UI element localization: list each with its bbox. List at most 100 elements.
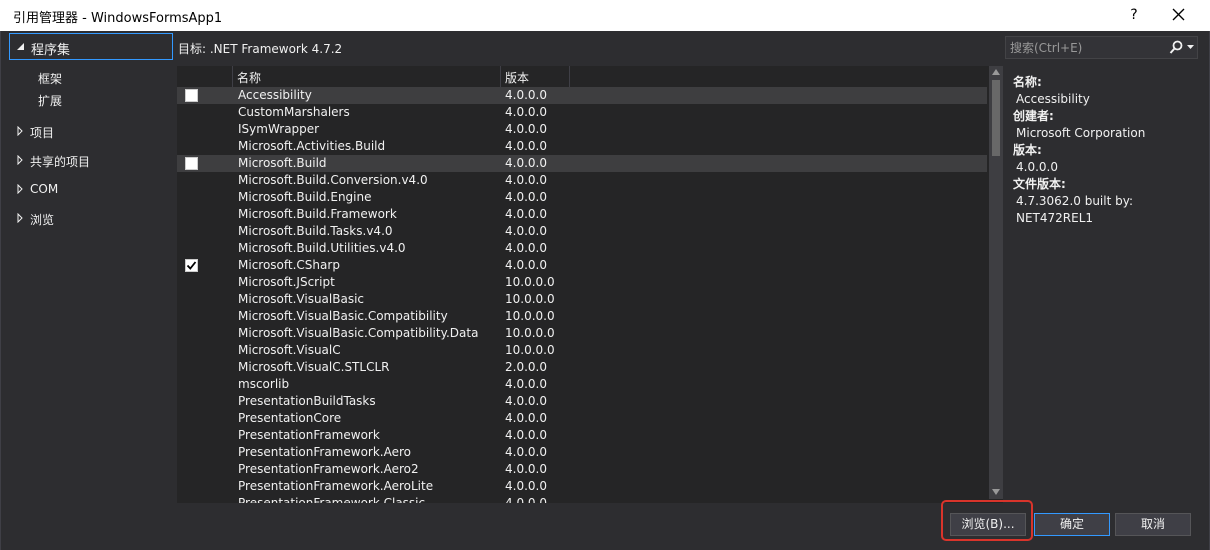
assembly-name: CustomMarshalers — [238, 105, 350, 119]
assembly-version: 10.0.0.0 — [505, 309, 555, 323]
assembly-version: 4.0.0.0 — [505, 105, 547, 119]
table-row[interactable]: PresentationFramework.Classic 4.0.0.0 — [177, 495, 987, 503]
reference-checkbox[interactable] — [185, 157, 198, 170]
nav-item-assemblies[interactable]: 程序集 — [9, 33, 173, 60]
expanded-triangle-icon — [17, 43, 24, 50]
assembly-name: PresentationFramework.AeroLite — [238, 479, 434, 493]
table-row[interactable]: Microsoft.VisualC 10.0.0.0 — [177, 342, 987, 359]
assembly-version: 4.0.0.0 — [505, 479, 547, 493]
nav-item-browse[interactable]: 浏览 — [7, 208, 167, 230]
assembly-name: Microsoft.Build.Utilities.v4.0 — [238, 241, 406, 255]
assembly-name: Microsoft.Build.Engine — [238, 190, 372, 204]
table-row[interactable]: Microsoft.Build.Framework 4.0.0.0 — [177, 206, 987, 223]
assembly-version: 4.0.0.0 — [505, 122, 547, 136]
assembly-name: PresentationCore — [238, 411, 342, 425]
collapsed-triangle-icon — [17, 126, 23, 136]
table-row[interactable]: Microsoft.Build.Engine 4.0.0.0 — [177, 189, 987, 206]
table-row[interactable]: Microsoft.VisualC.STLCLR 2.0.0.0 — [177, 359, 987, 376]
nav-item-projects[interactable]: 项目 — [7, 121, 167, 143]
table-row[interactable]: Microsoft.VisualBasic 10.0.0.0 — [177, 291, 987, 308]
chevron-down-icon[interactable] — [1187, 45, 1194, 49]
table-row[interactable]: CustomMarshalers 4.0.0.0 — [177, 104, 987, 121]
assembly-name: Microsoft.VisualC — [238, 343, 341, 357]
scroll-down-icon[interactable] — [992, 489, 1000, 495]
cancel-button[interactable]: 取消 — [1115, 513, 1191, 536]
detail-version-label: 版本: — [1013, 143, 1042, 157]
browse-button[interactable]: 浏览(B)... — [950, 513, 1026, 536]
detail-version-value: 4.0.0.0 — [1016, 160, 1058, 174]
column-header: 名称 版本 — [177, 66, 987, 87]
assembly-version: 4.0.0.0 — [505, 241, 547, 255]
table-row[interactable]: PresentationFramework.AeroLite 4.0.0.0 — [177, 478, 987, 495]
scrollbar-thumb[interactable] — [992, 80, 1000, 156]
nav-item-label: 项目 — [30, 126, 55, 140]
help-button[interactable]: ? — [1122, 3, 1146, 27]
scroll-up-icon[interactable] — [992, 69, 1000, 75]
detail-name-value: Accessibility — [1016, 92, 1090, 106]
assembly-version: 4.0.0.0 — [505, 258, 547, 272]
table-row[interactable]: ISymWrapper 4.0.0.0 — [177, 121, 987, 138]
table-row[interactable]: Microsoft.VisualBasic.Compatibility.Data… — [177, 325, 987, 342]
table-row[interactable]: PresentationBuildTasks 4.0.0.0 — [177, 393, 987, 410]
collapsed-triangle-icon — [17, 155, 23, 165]
assembly-version: 10.0.0.0 — [505, 292, 555, 306]
assembly-name: ISymWrapper — [238, 122, 320, 136]
reference-checkbox[interactable] — [185, 89, 198, 102]
list-scrollbar[interactable] — [989, 66, 1003, 499]
nav-subitem-extensions[interactable]: 扩展 — [38, 92, 62, 109]
reference-checkbox[interactable] — [185, 259, 198, 272]
table-row[interactable]: mscorlib 4.0.0.0 — [177, 376, 987, 393]
assembly-name: Microsoft.VisualBasic — [238, 292, 365, 306]
table-row[interactable]: Microsoft.VisualBasic.Compatibility 10.0.… — [177, 308, 987, 325]
column-divider — [232, 66, 233, 87]
table-row[interactable]: PresentationCore 4.0.0.0 — [177, 410, 987, 427]
detail-file-version-value: NET472REL1 — [1016, 211, 1094, 225]
ok-button[interactable]: 确定 — [1034, 513, 1110, 536]
assembly-name: Microsoft.VisualBasic.Compatibility — [238, 309, 448, 323]
assembly-name: Microsoft.VisualC.STLCLR — [238, 360, 390, 374]
search-input[interactable] — [1010, 39, 1165, 56]
detail-file-version-label: 文件版本: — [1013, 177, 1066, 191]
assembly-version: 4.0.0.0 — [505, 207, 547, 221]
detail-file-version-value: 4.7.3062.0 built by: — [1016, 194, 1133, 208]
assembly-version: 4.0.0.0 — [505, 190, 547, 204]
table-row[interactable]: Microsoft.Build.Utilities.v4.0 4.0.0.0 — [177, 240, 987, 257]
left-nav: 程序集 框架 扩展 项目 共享的项目 COM 浏览 — [7, 33, 173, 503]
assembly-version: 4.0.0.0 — [505, 377, 547, 391]
assembly-version: 4.0.0.0 — [505, 156, 547, 170]
nav-item-shared-projects[interactable]: 共享的项目 — [7, 150, 167, 172]
assembly-name: mscorlib — [238, 377, 290, 391]
assembly-name: Microsoft.Build — [238, 156, 327, 170]
table-row[interactable]: Microsoft.Build.Conversion.v4.0 4.0.0.0 — [177, 172, 987, 189]
table-row[interactable]: PresentationFramework 4.0.0.0 — [177, 427, 987, 444]
table-row[interactable]: Microsoft.Activities.Build 4.0.0.0 — [177, 138, 987, 155]
assembly-version: 4.0.0.0 — [505, 496, 547, 503]
nav-item-com[interactable]: COM — [7, 179, 167, 201]
table-row[interactable]: Accessibility 4.0.0.0 — [177, 87, 987, 104]
table-row[interactable]: Microsoft.Build.Tasks.v4.0 4.0.0.0 — [177, 223, 987, 240]
title-bar: 引用管理器 - WindowsFormsApp1 ? — [0, 0, 1210, 31]
assembly-name: Microsoft.Build.Framework — [238, 207, 397, 221]
detail-creator-value: Microsoft Corporation — [1016, 126, 1146, 140]
column-header-version[interactable]: 版本 — [505, 69, 529, 86]
assembly-version: 10.0.0.0 — [505, 343, 555, 357]
assembly-version: 4.0.0.0 — [505, 462, 547, 476]
table-row[interactable]: Microsoft.JScript 10.0.0.0 — [177, 274, 987, 291]
assembly-name: Microsoft.CSharp — [238, 258, 340, 272]
assembly-version: 10.0.0.0 — [505, 275, 555, 289]
assembly-version: 4.0.0.0 — [505, 445, 547, 459]
search-icon[interactable] — [1169, 40, 1183, 55]
details-panel: 名称: Accessibility 创建者: Microsoft Corpora… — [1013, 74, 1203, 227]
table-row[interactable]: PresentationFramework.Aero2 4.0.0.0 — [177, 461, 987, 478]
table-row[interactable]: PresentationFramework.Aero 4.0.0.0 — [177, 444, 987, 461]
table-row[interactable]: Microsoft.CSharp 4.0.0.0 — [177, 257, 987, 274]
checkmark-icon — [186, 261, 197, 270]
nav-subitem-framework[interactable]: 框架 — [38, 70, 62, 87]
table-row[interactable]: Microsoft.Build 4.0.0.0 — [177, 155, 987, 172]
close-button[interactable] — [1164, 2, 1194, 28]
nav-item-label: COM — [30, 182, 59, 196]
assembly-name: Microsoft.VisualBasic.Compatibility.Data — [238, 326, 479, 340]
window-title: 引用管理器 - WindowsFormsApp1 — [13, 11, 223, 26]
assembly-name: PresentationFramework.Classic — [238, 496, 426, 503]
column-header-name[interactable]: 名称 — [237, 69, 261, 86]
